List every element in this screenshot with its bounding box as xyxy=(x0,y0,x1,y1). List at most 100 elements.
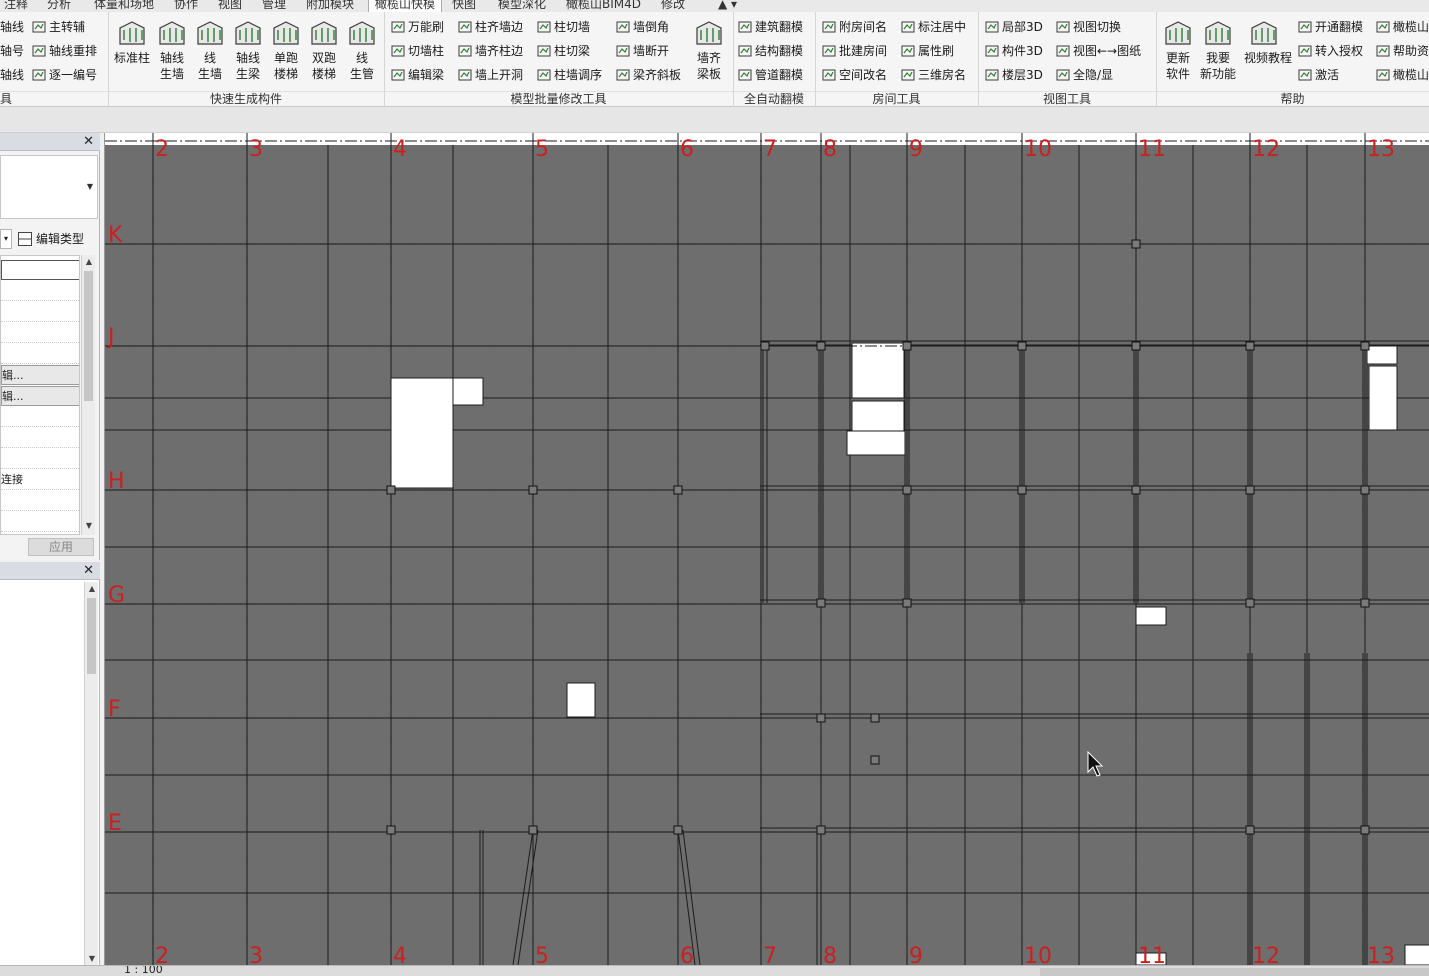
axis-edit-2[interactable]: 逐一编号 xyxy=(32,65,97,85)
scroll-thumb[interactable] xyxy=(84,271,93,401)
auto-model-2[interactable]: 管道翻模 xyxy=(738,65,803,85)
help-button-1[interactable]: 我要 新功能 xyxy=(1198,16,1238,82)
view-a-1[interactable]: 构件3D xyxy=(985,41,1043,61)
quick-gen-button-6[interactable]: 线生管 xyxy=(342,16,382,82)
browser-scrollbar[interactable]: ▲ ▼ xyxy=(84,582,98,966)
view-scale[interactable]: 1 : 100 xyxy=(124,966,163,976)
property-row[interactable] xyxy=(1,407,79,427)
modify-d-0[interactable]: 墙倒角 xyxy=(616,17,669,37)
tab-9[interactable]: 模型深化 xyxy=(498,0,546,12)
room-b-0[interactable]: 标注居中 xyxy=(901,17,966,37)
modify-b-0[interactable]: 柱齐墙边 xyxy=(458,17,523,37)
dropdown-arrow-icon[interactable]: ▼ xyxy=(87,182,93,191)
property-row[interactable] xyxy=(1,449,79,469)
view-b-1[interactable]: 视图←→图纸 xyxy=(1056,41,1141,61)
modify-b-1[interactable]: 墙齐柱边 xyxy=(458,41,523,61)
property-row[interactable] xyxy=(1,281,79,301)
tab-8[interactable]: 快图 xyxy=(452,0,476,12)
modify-a-2[interactable]: 编辑梁 xyxy=(391,65,444,85)
room-a-0[interactable]: 附房间名 xyxy=(822,17,887,37)
room-b-2[interactable]: 三维房名 xyxy=(901,65,966,85)
axis-tool-0[interactable]: 轴线 xyxy=(0,17,24,37)
scroll-down-icon[interactable]: ▼ xyxy=(85,952,99,966)
tab-0[interactable]: 注释 xyxy=(4,0,28,12)
scroll-up-icon[interactable]: ▲ xyxy=(85,582,99,596)
modify-c-1[interactable]: 柱切梁 xyxy=(537,41,590,61)
tab-6[interactable]: 附加模块 xyxy=(306,0,354,12)
property-row[interactable] xyxy=(1,260,79,280)
column xyxy=(386,825,396,835)
quick-gen-button-2[interactable]: 线生墙 xyxy=(190,16,230,82)
canvas-horizontal-scrollbar[interactable] xyxy=(1040,968,1429,976)
property-row[interactable]: 辑... xyxy=(1,365,79,385)
help-b-0[interactable]: 橄榄山 xyxy=(1376,17,1429,37)
axis-edit-1[interactable]: 轴线重排 xyxy=(32,41,97,61)
help-b-2[interactable]: 橄榄山 xyxy=(1376,65,1429,85)
room-a-1[interactable]: 批建房间 xyxy=(822,41,887,61)
room-a-2[interactable]: 空间改名 xyxy=(822,65,887,85)
apply-button[interactable]: 应用 xyxy=(28,538,94,556)
axis-tool-1[interactable]: 轴号 xyxy=(0,41,24,61)
room-b-1[interactable]: 属性刷 xyxy=(901,41,954,61)
property-row[interactable]: 辑... xyxy=(1,386,79,406)
view-b-0[interactable]: 视图切换 xyxy=(1056,17,1121,37)
edit-type-button[interactable]: 编辑类型 xyxy=(18,229,98,249)
wall-align-beam-button[interactable]: 墙齐 梁板 xyxy=(689,16,729,82)
scroll-up-icon[interactable]: ▲ xyxy=(82,255,96,269)
tab-12[interactable]: ▲ ▾ xyxy=(718,0,737,12)
tab-3[interactable]: 协作 xyxy=(174,0,198,12)
help-button-0[interactable]: 更新 软件 xyxy=(1158,16,1198,82)
view-a-2[interactable]: 楼层3D xyxy=(985,65,1043,85)
property-row[interactable] xyxy=(1,491,79,511)
quick-gen-button-5[interactable]: 双跑 楼梯 xyxy=(304,16,344,82)
property-row[interactable]: 连接 xyxy=(1,470,79,490)
modify-b-0-icon xyxy=(458,21,472,33)
auto-model-0[interactable]: 建筑翻模 xyxy=(738,17,803,37)
tab-10[interactable]: 橄榄山BIM4D xyxy=(566,0,641,12)
scroll-thumb[interactable] xyxy=(87,598,96,674)
property-row[interactable] xyxy=(1,323,79,343)
type-selector[interactable]: ▼ xyxy=(0,155,98,219)
help-a-1[interactable]: 转入授权 xyxy=(1298,41,1363,61)
column xyxy=(1360,598,1370,608)
close-icon[interactable]: ✕ xyxy=(83,133,94,151)
floor-plan-view[interactable]: 2 2 3 3 4 4 5 5 6 6 7 7 8 8 9 9 10 10 11 11 12 12 13 13 K J H G F E xyxy=(104,133,1429,965)
modify-c-2[interactable]: 柱墙调序 xyxy=(537,65,602,85)
property-row[interactable] xyxy=(1,302,79,322)
tab-2[interactable]: 体量和场地 xyxy=(94,0,154,12)
help-a-0[interactable]: 开通翻模 xyxy=(1298,17,1363,37)
quick-gen-button-4[interactable]: 单跑 楼梯 xyxy=(266,16,306,82)
auto-model-1[interactable]: 结构翻模 xyxy=(738,41,803,61)
quick-gen-button-0[interactable]: 标准柱 xyxy=(112,16,152,66)
modify-d-2[interactable]: 梁齐斜板 xyxy=(616,65,681,85)
instance-filter-dropdown[interactable]: ▾ xyxy=(0,229,12,249)
quick-gen-button-3[interactable]: 轴线 生梁 xyxy=(228,16,268,82)
ribbon-group-label: 模型批量修改工具 xyxy=(510,92,607,106)
tab-4[interactable]: 视图 xyxy=(218,0,242,12)
close-icon[interactable]: ✕ xyxy=(83,562,94,580)
column xyxy=(902,341,912,351)
help-b-1[interactable]: 帮助资源 xyxy=(1376,41,1429,61)
tab-7[interactable]: 橄榄山快模 xyxy=(368,0,443,12)
tab-1[interactable]: 分析 xyxy=(47,0,71,12)
property-row[interactable] xyxy=(1,344,79,364)
axis-edit-0[interactable]: 主转辅 xyxy=(32,17,85,37)
view-a-0[interactable]: 局部3D xyxy=(985,17,1043,37)
property-row[interactable] xyxy=(1,512,79,532)
axis-tool-2[interactable]: 轴线 xyxy=(0,65,24,85)
property-row[interactable] xyxy=(1,428,79,448)
scroll-down-icon[interactable]: ▼ xyxy=(82,519,96,533)
tab-5[interactable]: 管理 xyxy=(262,0,286,12)
tab-11[interactable]: 修改 xyxy=(661,0,685,12)
modify-a-1[interactable]: 切墙柱 xyxy=(391,41,444,61)
modify-c-0[interactable]: 柱切墙 xyxy=(537,17,590,37)
help-a-2[interactable]: 激活 xyxy=(1298,65,1339,85)
quick-gen-button-1[interactable]: 轴线 生墙 xyxy=(152,16,192,82)
modify-a-0[interactable]: 万能刷 xyxy=(391,17,444,37)
modify-d-1[interactable]: 墙断开 xyxy=(616,41,669,61)
help-button-2[interactable]: 视频教程 xyxy=(1244,16,1292,66)
help-a-label: 转入授权 xyxy=(1315,44,1364,58)
properties-scrollbar[interactable]: ▲ ▼ xyxy=(81,255,95,535)
view-b-2[interactable]: 全隐/显 xyxy=(1056,65,1113,85)
modify-b-2[interactable]: 墙上开洞 xyxy=(458,65,523,85)
